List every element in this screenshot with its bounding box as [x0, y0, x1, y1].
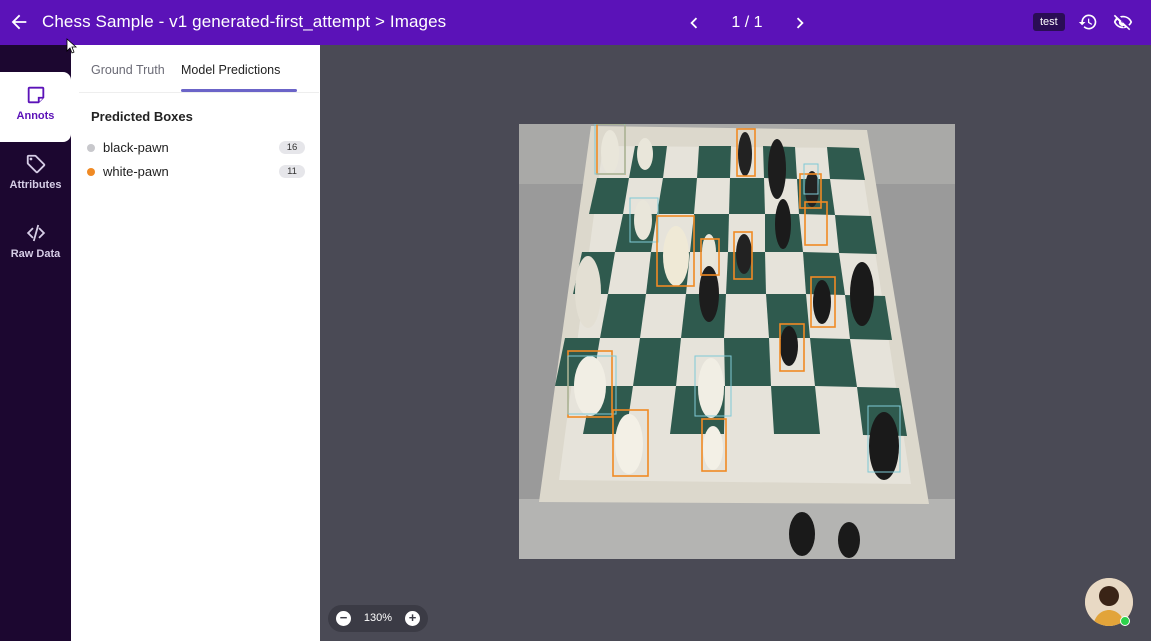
- version-tag[interactable]: test: [1033, 13, 1065, 31]
- tab-model-predictions[interactable]: Model Predictions: [181, 63, 280, 77]
- zoom-in-button[interactable]: +: [405, 611, 420, 626]
- image-viewer[interactable]: − 130% +: [320, 45, 1151, 641]
- photo-table-surface: [519, 499, 955, 559]
- sticky-note-icon: [27, 86, 44, 104]
- online-status-dot: [1120, 616, 1130, 626]
- arrow-left-icon[interactable]: [8, 11, 30, 33]
- rail-item-annots[interactable]: Annots: [0, 72, 71, 142]
- panel-tabs: Ground Truth Model Predictions: [79, 45, 319, 93]
- chevron-left-icon[interactable]: [683, 12, 705, 34]
- rail-item-raw-data[interactable]: Raw Data: [0, 210, 71, 280]
- page-count: 1 / 1: [731, 14, 763, 31]
- chess-board-image[interactable]: [519, 124, 955, 559]
- chevron-right-icon[interactable]: [789, 12, 811, 34]
- tab-ground-truth[interactable]: Ground Truth: [91, 63, 165, 77]
- class-row-black-pawn[interactable]: black-pawn 16: [87, 138, 305, 158]
- code-icon: [26, 224, 45, 242]
- annotations-panel: Ground Truth Model Predictions Predicted…: [71, 45, 320, 641]
- app-header: Chess Sample - v1 generated-first_attemp…: [0, 0, 1151, 45]
- section-title: Predicted Boxes: [91, 109, 193, 124]
- class-row-white-pawn[interactable]: white-pawn 11: [87, 162, 305, 182]
- zoom-level: 130%: [363, 612, 393, 624]
- class-name: white-pawn: [103, 164, 169, 179]
- class-color-dot: [87, 168, 95, 176]
- rail-item-label: Annots: [16, 110, 55, 122]
- class-count-badge: 16: [279, 141, 305, 154]
- class-count-badge: 11: [279, 165, 305, 178]
- class-color-dot: [87, 144, 95, 152]
- left-rail: Annots Attributes Raw Data: [0, 45, 71, 641]
- rail-item-label: Attributes: [9, 179, 62, 191]
- active-tab-indicator: [181, 89, 297, 92]
- eye-off-icon[interactable]: [1112, 12, 1134, 32]
- pager: 1 / 1: [683, 10, 813, 36]
- rail-item-attributes[interactable]: Attributes: [0, 141, 71, 211]
- rail-item-label: Raw Data: [10, 248, 61, 260]
- class-name: black-pawn: [103, 140, 169, 155]
- zoom-out-button[interactable]: −: [336, 611, 351, 626]
- rail-top-spacer: [0, 45, 71, 72]
- tag-icon: [26, 154, 45, 174]
- pointer-cursor-icon: [66, 38, 78, 54]
- page-title: Chess Sample - v1 generated-first_attemp…: [42, 12, 447, 31]
- history-icon[interactable]: [1078, 12, 1098, 32]
- zoom-control: − 130% +: [328, 605, 428, 632]
